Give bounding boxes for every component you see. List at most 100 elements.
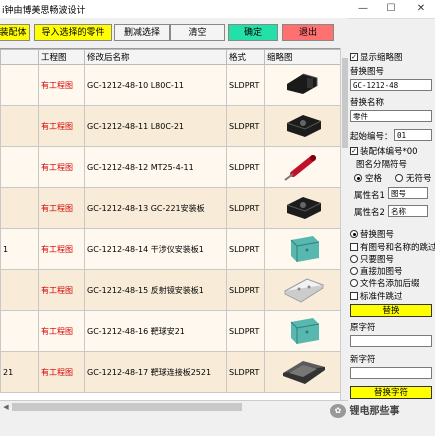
sep-space-label: 空格	[365, 174, 383, 184]
new-name-cell[interactable]: GC-1212-48-14 干涉仪安装板1	[84, 228, 227, 270]
attr2-label: 属性名2	[354, 208, 385, 218]
opt-add-suffix-radio[interactable]	[350, 279, 358, 287]
sep-space-radio[interactable]	[354, 174, 362, 182]
column-header-new-name[interactable]: 修改后名称	[84, 49, 227, 65]
new-name-cell[interactable]: GC-1212-48-17 靶球连接板2521	[84, 351, 227, 393]
format-cell[interactable]: SLDPRT	[226, 64, 265, 106]
table-row[interactable]: 有工程图 GC-1212-48-13 GC-221安装板 SLDPRT	[0, 187, 340, 229]
horizontal-scrollbar[interactable]: ◀ ▶	[0, 400, 348, 413]
row-lead-cell[interactable]	[0, 146, 39, 188]
parts-table: 工程图 修改后名称 格式 缩略图 有工程图 GC-1212-48-10 L80C-…	[0, 48, 340, 401]
format-cell[interactable]: SLDPRT	[226, 187, 265, 229]
drawing-status-cell[interactable]: 有工程图	[38, 269, 85, 311]
attr2-input[interactable]: 名称	[388, 205, 428, 217]
black-block-icon	[264, 187, 340, 229]
format-cell[interactable]: SLDPRT	[226, 351, 265, 393]
replace-code-input[interactable]: GC-1212-48	[350, 79, 432, 91]
import-selected-button[interactable]: 导入选择的零件	[34, 24, 112, 41]
new-name-cell[interactable]: GC-1212-48-10 L80C-11	[84, 64, 227, 106]
close-button[interactable]: ✕	[410, 1, 432, 17]
column-header[interactable]	[0, 49, 39, 65]
row-lead-cell[interactable]	[0, 187, 39, 229]
format-cell[interactable]: SLDPRT	[226, 146, 265, 188]
row-lead-cell[interactable]	[0, 269, 39, 311]
table-row[interactable]: 有工程图 GC-1212-48-15 反射镜安装板1 SLDPRT	[0, 269, 340, 311]
drawing-status-cell[interactable]: 有工程图	[38, 64, 85, 106]
start-no-label: 起始编号：	[350, 132, 393, 142]
new-name-cell[interactable]: GC-1212-48-12 MT25-4-11	[84, 146, 227, 188]
table-row[interactable]: 有工程图 GC-1212-48-16 靶球安21 SLDPRT	[0, 310, 340, 352]
opt-skip-std-checkbox[interactable]	[350, 292, 358, 300]
opt-only-code-radio[interactable]	[350, 255, 358, 263]
white-plate-icon	[264, 269, 340, 311]
new-name-cell[interactable]: GC-1212-48-15 反射镜安装板1	[84, 269, 227, 311]
format-cell[interactable]: SLDPRT	[226, 105, 265, 147]
format-cell[interactable]: SLDPRT	[226, 310, 265, 352]
asm-no-label: 装配体编号*00	[360, 147, 418, 157]
format-cell[interactable]: SLDPRT	[226, 269, 265, 311]
opt-skip-label: 有图号和名称的跳过	[360, 243, 435, 253]
show-thumb-checkbox[interactable]: ✓	[350, 53, 358, 61]
column-header-drawing[interactable]: 工程图	[38, 49, 85, 65]
scroll-left-icon[interactable]: ◀	[0, 401, 12, 413]
watermark-text: 锂电那些事	[349, 406, 400, 417]
drawing-status-cell[interactable]: 有工程图	[38, 351, 85, 393]
replace-name-input[interactable]: 零件	[350, 110, 432, 122]
table-row[interactable]: 有工程图 GC-1212-48-10 L80C-11 SLDPRT	[0, 64, 340, 106]
row-lead-cell[interactable]	[0, 310, 39, 352]
scroll-thumb[interactable]	[12, 403, 242, 411]
delete-selection-button[interactable]: 删减选择	[114, 24, 170, 41]
new-name-cell[interactable]: GC-1212-48-16 靶球安21	[84, 310, 227, 352]
row-lead-cell[interactable]	[0, 64, 39, 106]
row-lead-cell[interactable]: 21	[0, 351, 39, 393]
maximize-button[interactable]: ☐	[380, 1, 402, 17]
table-row[interactable]: 有工程图 GC-1212-48-12 MT25-4-11 SLDPRT	[0, 146, 340, 188]
table-header-row: 工程图 修改后名称 格式 缩略图	[0, 49, 340, 65]
row-lead-cell[interactable]	[0, 105, 39, 147]
drawing-status-cell[interactable]: 有工程图	[38, 105, 85, 147]
attr1-input[interactable]: 图号	[388, 187, 428, 199]
opt-only-code-label: 只要图号	[360, 255, 395, 265]
window-title: i钟由博美思畅波设计	[2, 6, 86, 16]
exit-button[interactable]: 退出	[282, 24, 334, 41]
toolbar: 装配体 导入选择的零件 删减选择 清空 确定 退出	[0, 18, 348, 48]
opt-replace-code-radio[interactable]	[350, 230, 358, 238]
minimize-button[interactable]: —	[352, 1, 374, 17]
new-name-cell[interactable]: GC-1212-48-13 GC-221安装板	[84, 187, 227, 229]
confirm-button[interactable]: 确定	[228, 24, 278, 41]
replace-name-label: 替换名称	[350, 98, 385, 108]
opt-add-suffix-label: 文件名添加后缀	[360, 279, 420, 289]
drawing-status-cell[interactable]: 有工程图	[38, 310, 85, 352]
column-header-thumbnail[interactable]: 缩略图	[264, 49, 340, 65]
opt-add-code-radio[interactable]	[350, 267, 358, 275]
table-row[interactable]: 1 有工程图 GC-1212-48-14 干涉仪安装板1 SLDPRT	[0, 228, 340, 270]
replace-button[interactable]: 替换	[350, 304, 432, 317]
clear-button[interactable]: 清空	[170, 24, 225, 41]
opt-add-code-label: 直接加图号	[360, 267, 403, 277]
table-row[interactable]: 21 有工程图 GC-1212-48-17 靶球连接板2521 SLDPRT	[0, 351, 340, 393]
sep-none-radio[interactable]	[395, 174, 403, 182]
replace-char-button[interactable]: 替换字符	[350, 386, 432, 399]
new-char-input[interactable]	[350, 367, 432, 379]
opt-skip-checkbox[interactable]	[350, 243, 358, 251]
drawing-status-cell[interactable]: 有工程图	[38, 228, 85, 270]
asm-no-checkbox[interactable]: ✓	[350, 147, 358, 155]
row-lead-cell[interactable]: 1	[0, 228, 39, 270]
options-panel: ✓ 显示缩略图 替换图号 GC-1212-48 替换名称 零件 起始编号： 01…	[348, 48, 435, 436]
column-header-format[interactable]: 格式	[226, 49, 265, 65]
assembly-button[interactable]: 装配体	[0, 24, 30, 41]
wechat-icon: ✿	[330, 404, 346, 418]
black-bracket-icon	[264, 64, 340, 106]
orig-char-input[interactable]	[350, 335, 432, 347]
start-no-input[interactable]: 01	[394, 129, 432, 141]
title-bar: i钟由博美思畅波设计 — ☐ ✕	[0, 0, 435, 19]
format-cell[interactable]: SLDPRT	[226, 228, 265, 270]
sep-group-label: 图名分隔符号	[356, 160, 408, 170]
new-name-cell[interactable]: GC-1212-48-11 L80C-21	[84, 105, 227, 147]
table-row[interactable]: 有工程图 GC-1212-48-11 L80C-21 SLDPRT	[0, 105, 340, 147]
drawing-status-cell[interactable]: 有工程图	[38, 146, 85, 188]
replace-code-label: 替换图号	[350, 67, 385, 77]
sep-none-label: 无符号	[406, 174, 432, 184]
drawing-status-cell[interactable]: 有工程图	[38, 187, 85, 229]
new-char-label: 新字符	[350, 355, 376, 365]
